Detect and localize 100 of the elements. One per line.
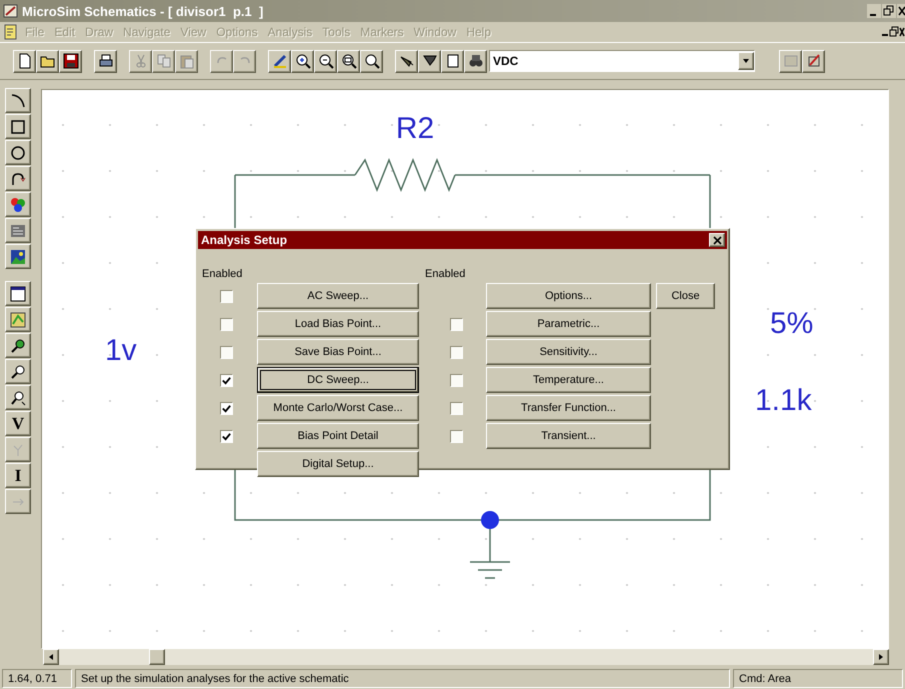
window-title: MicroSim Schematics - [ divisor1 p.1 ] bbox=[22, 4, 264, 18]
new-file-icon bbox=[16, 53, 32, 69]
checkmark-icon bbox=[221, 374, 232, 386]
analysis-button[interactable]: Monte Carlo/Worst Case... bbox=[257, 395, 419, 421]
analysis-button[interactable]: Transient... bbox=[486, 423, 651, 449]
checkbox[interactable] bbox=[450, 346, 463, 358]
tool-button[interactable] bbox=[5, 333, 31, 358]
checkbox[interactable] bbox=[450, 402, 463, 414]
grid-icon bbox=[782, 53, 798, 69]
pencil-icon bbox=[272, 53, 288, 69]
probe-icon bbox=[10, 338, 26, 354]
toolbar-button[interactable] bbox=[464, 50, 487, 72]
analysis-button[interactable]: Digital Setup... bbox=[257, 451, 419, 477]
toolbar-button[interactable] bbox=[395, 50, 418, 72]
probe-icon bbox=[10, 364, 26, 380]
checkbox[interactable] bbox=[450, 374, 463, 386]
checkbox[interactable] bbox=[220, 402, 233, 414]
toolbar-button[interactable] bbox=[268, 50, 291, 72]
tool-button[interactable] bbox=[5, 307, 31, 332]
toolbar-button[interactable] bbox=[36, 50, 59, 72]
toolbar-button[interactable] bbox=[152, 50, 175, 72]
copy-icon bbox=[156, 53, 172, 69]
toolbar-button[interactable] bbox=[779, 50, 802, 72]
tool-button[interactable] bbox=[5, 385, 31, 410]
analysis-button[interactable]: Sensitivity... bbox=[486, 339, 651, 365]
tool-button[interactable] bbox=[5, 359, 31, 384]
tool-button[interactable] bbox=[5, 140, 31, 165]
checkmark-icon bbox=[221, 402, 232, 414]
zoom-fit-icon bbox=[364, 53, 380, 69]
map-icon bbox=[10, 312, 26, 328]
zoom-in-icon bbox=[294, 53, 310, 69]
toolbar-button[interactable] bbox=[802, 50, 825, 72]
dropdown-arrow-icon bbox=[742, 57, 750, 65]
voltage-marker-button[interactable]: V bbox=[5, 411, 31, 436]
zoom-area-icon bbox=[340, 53, 356, 69]
box-icon bbox=[444, 53, 460, 69]
toolbar-button[interactable] bbox=[291, 50, 314, 72]
toolbar-button[interactable] bbox=[129, 50, 152, 72]
toolbar-button[interactable] bbox=[13, 50, 36, 72]
analysis-button[interactable]: Parametric... bbox=[486, 311, 651, 337]
analysis-button[interactable]: Load Bias Point... bbox=[257, 311, 419, 337]
toolbar-button[interactable] bbox=[210, 50, 233, 72]
checkbox[interactable] bbox=[450, 430, 463, 442]
tool-button[interactable] bbox=[5, 192, 31, 217]
ground-symbol bbox=[469, 561, 511, 579]
rectangle-icon bbox=[10, 118, 26, 134]
checkbox[interactable] bbox=[220, 374, 233, 386]
analysis-button[interactable]: Transfer Function... bbox=[486, 395, 651, 421]
part-name-field[interactable]: VDC bbox=[489, 50, 755, 72]
analysis-button[interactable]: Options... bbox=[486, 283, 651, 309]
scroll-left-button[interactable] bbox=[43, 649, 59, 665]
checkbox[interactable] bbox=[220, 430, 233, 442]
printer-icon bbox=[98, 53, 114, 69]
tool-button[interactable] bbox=[5, 88, 31, 113]
tool-button[interactable] bbox=[5, 244, 31, 269]
scroll-right-button[interactable] bbox=[873, 649, 889, 665]
scroll-thumb[interactable] bbox=[149, 649, 165, 665]
checkbox[interactable] bbox=[220, 290, 233, 302]
value-label: 1.1k bbox=[755, 384, 812, 417]
analysis-button[interactable]: AC Sweep... bbox=[257, 283, 419, 309]
tool-button[interactable] bbox=[5, 218, 31, 243]
analysis-button[interactable]: DC Sweep... bbox=[257, 367, 419, 393]
analysis-button[interactable]: Temperature... bbox=[486, 367, 651, 393]
app-icon bbox=[3, 3, 19, 19]
toolbar-button[interactable] bbox=[233, 50, 256, 72]
tool-button[interactable] bbox=[5, 166, 31, 191]
checkbox[interactable] bbox=[220, 346, 233, 358]
window-icon bbox=[10, 286, 26, 302]
close-icon bbox=[712, 236, 722, 244]
command-status: Cmd: Area bbox=[733, 669, 903, 688]
toolbar-button[interactable] bbox=[175, 50, 198, 72]
minimize-icon bbox=[867, 4, 881, 18]
close-icon bbox=[897, 4, 905, 18]
current-marker-button[interactable]: I bbox=[5, 463, 31, 488]
toolbar-button[interactable] bbox=[441, 50, 464, 72]
value-label: 5% bbox=[770, 307, 814, 340]
checkbox[interactable] bbox=[220, 318, 233, 330]
toolbar-button[interactable] bbox=[360, 50, 383, 72]
close-button[interactable] bbox=[709, 233, 725, 247]
toolbar-button[interactable] bbox=[94, 50, 117, 72]
toolbar-button[interactable] bbox=[59, 50, 82, 72]
checkbox[interactable] bbox=[450, 318, 463, 330]
tool-button[interactable] bbox=[5, 489, 31, 514]
analysis-button[interactable]: Bias Point Detail bbox=[257, 423, 419, 449]
zoom-out-icon bbox=[318, 53, 334, 69]
probe-icon bbox=[10, 390, 26, 406]
tool-button[interactable] bbox=[5, 437, 31, 462]
tool-button[interactable] bbox=[5, 114, 31, 139]
circle-icon bbox=[10, 144, 26, 160]
right-arrow-icon bbox=[878, 653, 884, 661]
chip-icon bbox=[806, 53, 822, 69]
image-icon bbox=[10, 248, 26, 264]
toolbar-button[interactable] bbox=[418, 50, 441, 72]
toolbar-button[interactable] bbox=[314, 50, 337, 72]
close-button[interactable]: Close bbox=[656, 283, 715, 309]
toolbar-button[interactable] bbox=[337, 50, 360, 72]
column-header: Enabled bbox=[425, 267, 466, 281]
analysis-button[interactable]: Save Bias Point... bbox=[257, 339, 419, 365]
color-dots-icon bbox=[10, 196, 26, 212]
tool-button[interactable] bbox=[5, 281, 31, 306]
